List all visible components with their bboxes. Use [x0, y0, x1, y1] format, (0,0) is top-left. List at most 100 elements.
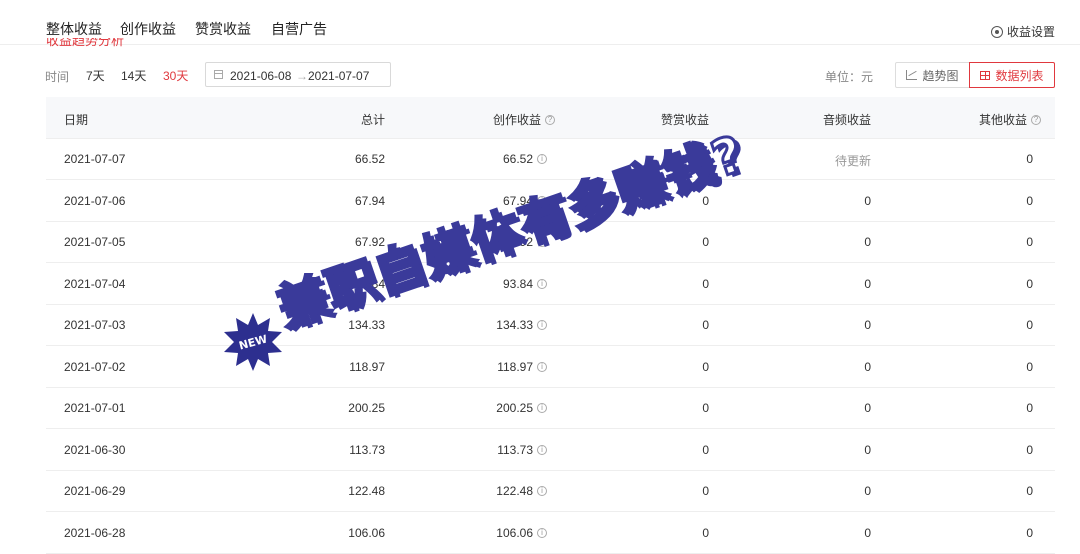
tab-self-ads[interactable]: 自营广告 [271, 19, 327, 39]
cell-appreciation-income: 0 [702, 525, 709, 540]
table-row: 2021-07-05 67.92 67.92 i 0 0 0 [46, 221, 1055, 263]
info-icon[interactable]: i [537, 278, 547, 289]
table-row: 2021-06-30 113.73 113.73 i 0 0 0 [46, 429, 1055, 471]
help-icon[interactable]: ? [1031, 114, 1041, 125]
income-settings-link[interactable]: 收益设置 [990, 23, 1055, 40]
cell-creation-income: 118.97 i [497, 360, 547, 374]
cell-other-income: 0 [1026, 152, 1033, 166]
cell-total: 66.52 [354, 152, 385, 166]
cell-appreciation-income: 0 [702, 276, 709, 291]
range-30-days[interactable]: 30天 [163, 67, 188, 84]
range-14-days[interactable]: 14天 [121, 67, 146, 84]
cell-creation-income: 93.84 i [503, 277, 547, 291]
date-start: 2021-06-08 [230, 69, 292, 83]
info-icon[interactable]: i [537, 361, 547, 372]
table-row: 2021-07-02 118.97 118.97 i 0 0 0 [46, 346, 1055, 388]
trend-chart-button[interactable]: 趋势图 [895, 62, 970, 88]
cell-audio-income: 0 [864, 359, 871, 374]
trend-chart-label: 趋势图 [922, 68, 959, 83]
cell-creation-income: 122.48 i [496, 484, 547, 498]
cell-audio-income: 0 [864, 401, 871, 415]
header-total: 总计 [360, 113, 385, 127]
cell-date: 2021-07-04 [64, 276, 126, 291]
cell-creation-income: 106.06 i [496, 526, 547, 540]
table-icon [980, 70, 991, 80]
info-icon[interactable]: i [537, 154, 547, 164]
cell-other-income: 0 [1026, 318, 1033, 332]
cell-total: 67.92 [354, 235, 385, 249]
cell-audio-income: 0 [864, 276, 871, 291]
header-creation-income: 创作收益 ? [493, 111, 555, 128]
cell-total: 118.97 [349, 359, 385, 374]
header-date: 日期 [64, 113, 89, 127]
cell-total: 67.94 [354, 193, 385, 208]
cell-audio-income: 0 [864, 318, 871, 332]
cell-appreciation-income: 0 [702, 442, 709, 457]
help-icon[interactable]: ? [545, 114, 555, 125]
cell-audio-income: 0 [864, 442, 871, 457]
cell-appreciation-income: 0 [702, 193, 709, 208]
cell-date: 2021-07-05 [64, 235, 126, 249]
table-row: 2021-06-29 122.48 122.48 i 0 0 0 [46, 470, 1055, 512]
cell-other-income: 0 [1026, 401, 1033, 415]
info-icon[interactable]: i [537, 444, 547, 455]
date-end: 2021-07-07 [308, 69, 370, 83]
header-audio-income: 音频收益 [822, 113, 871, 127]
range-7-days[interactable]: 7天 [86, 67, 105, 84]
header-other-income-label: 其他收益 [978, 113, 1027, 127]
calendar-icon [214, 70, 223, 79]
cell-audio-income: 待更新 [834, 154, 871, 168]
data-list-label: 数据列表 [995, 68, 1044, 83]
cell-total: 134.33 [348, 318, 385, 332]
date-separator: → [296, 69, 308, 83]
cell-creation-income-value: 67.92 [502, 235, 533, 249]
tab-appreciation-income[interactable]: 赞赏收益 [195, 19, 251, 39]
cell-audio-income: 0 [864, 484, 871, 498]
cell-total: 122.48 [348, 484, 385, 498]
cell-total: 93.84 [354, 276, 385, 291]
date-range-picker[interactable]: 2021-06-08 → 2021-07-07 [205, 62, 391, 87]
top-tab-bar: 整体收益 创作收益 赞赏收益 自营广告 收益设置 [0, 0, 1080, 45]
cell-appreciation-income: 0 [702, 401, 709, 415]
cell-creation-income-value: 67.94 [502, 193, 533, 208]
cell-date: 2021-07-02 [64, 359, 126, 374]
cell-total: 200.25 [348, 401, 385, 415]
cell-other-income: 0 [1026, 525, 1033, 540]
line-chart-icon [906, 70, 918, 80]
cell-creation-income-value: 118.97 [497, 359, 533, 374]
cell-appreciation-income: 0 [702, 359, 709, 374]
cell-date: 2021-07-01 [64, 401, 126, 415]
info-icon[interactable]: i [537, 403, 547, 413]
cell-date: 2021-07-03 [64, 318, 126, 332]
data-list-button[interactable]: 数据列表 [969, 62, 1055, 88]
cell-date: 2021-06-29 [64, 484, 126, 498]
info-icon[interactable]: i [537, 527, 547, 538]
section-title: 收益趋势分析 [46, 38, 125, 48]
info-icon[interactable]: i [537, 320, 547, 330]
header-other-income: 其他收益 ? [979, 111, 1041, 128]
cell-creation-income: 66.52 i [503, 152, 547, 166]
cell-other-income: 0 [1026, 193, 1033, 208]
cell-creation-income-value: 200.25 [496, 401, 533, 415]
cell-creation-income-value: 113.73 [497, 442, 533, 457]
cell-other-income: 0 [1026, 359, 1033, 374]
cell-appreciation-income: 0 [702, 484, 709, 498]
info-icon[interactable]: i [537, 237, 547, 247]
info-icon[interactable]: i [537, 195, 547, 206]
cell-creation-income: 134.33 i [496, 318, 547, 332]
cell-creation-income: 67.92 i [503, 235, 547, 249]
cell-creation-income-value: 106.06 [496, 525, 533, 540]
table-row: 2021-07-03 134.33 134.33 i 0 0 0 [46, 304, 1055, 346]
cell-other-income: 0 [1026, 442, 1033, 457]
table-row: 2021-07-04 93.84 93.84 i 0 0 0 [46, 263, 1055, 305]
info-icon[interactable]: i [537, 486, 547, 496]
cell-other-income: 0 [1026, 276, 1033, 291]
cell-appreciation-income: 0 [702, 152, 709, 166]
cell-date: 2021-06-28 [64, 525, 126, 540]
tab-creation-income[interactable]: 创作收益 [120, 19, 176, 39]
tab-overall-income[interactable]: 整体收益 [46, 19, 102, 39]
table-row: 2021-07-06 67.94 67.94 i 0 0 0 [46, 180, 1055, 222]
cell-creation-income-value: 134.33 [496, 318, 533, 332]
cell-creation-income-value: 66.52 [502, 152, 533, 166]
table-header: 日期 总计 创作收益 ? 赞赏收益 音频收益 其他收益 ? [46, 97, 1055, 139]
